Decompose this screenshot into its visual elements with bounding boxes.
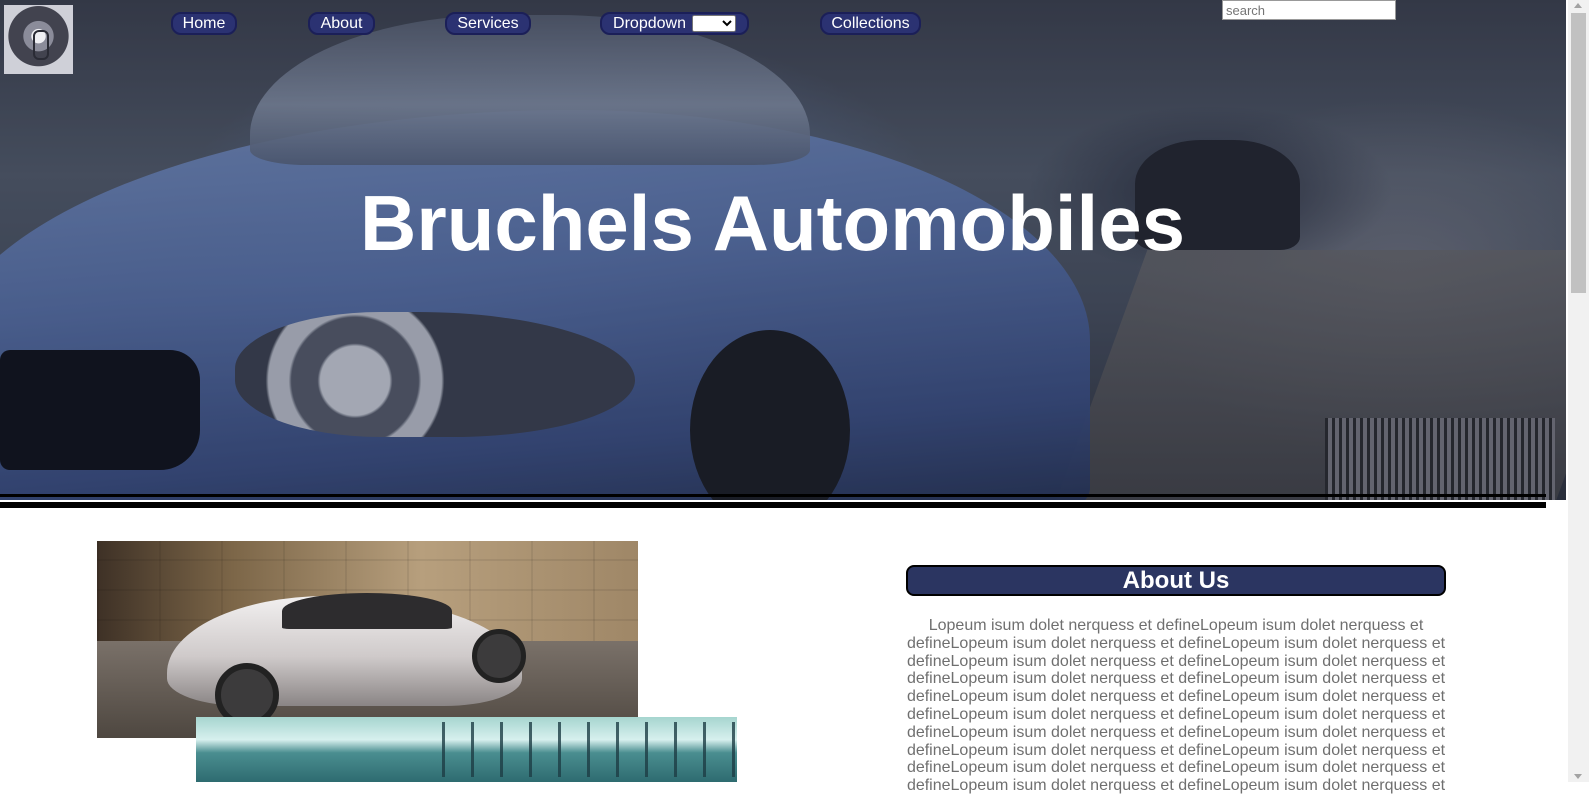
nav-dropdown-label: Dropdown <box>613 15 686 32</box>
about-us-text: Lopeum isum dolet nerquess et defineLope… <box>906 617 1446 795</box>
page-scrollbar[interactable] <box>1568 0 1589 782</box>
logo-mark-icon <box>33 30 49 60</box>
mercedes-car-image <box>97 541 638 738</box>
nav-about-button[interactable]: About <box>308 12 375 35</box>
nav-collections-label: Collections <box>831 15 910 32</box>
scroll-down-arrow-icon[interactable] <box>1574 774 1582 779</box>
hero-title: Bruchels Automobiles <box>360 179 1185 267</box>
nav-dropdown-button[interactable]: Dropdown <box>600 12 749 35</box>
harbor-posts <box>416 722 736 777</box>
nav-services-label: Services <box>457 15 519 32</box>
about-us-heading: About Us <box>906 565 1446 596</box>
section-divider-thin <box>0 494 1546 497</box>
scrollbar-thumb[interactable] <box>1571 13 1586 293</box>
white-car-rear-wheel <box>472 629 526 683</box>
nav-collections-button[interactable]: Collections <box>820 12 921 35</box>
nav-home-button[interactable]: Home <box>171 12 237 35</box>
search-input[interactable] <box>1222 0 1396 20</box>
white-car-window <box>282 593 452 629</box>
nav-dropdown-select[interactable] <box>691 15 736 32</box>
nav-about-label: About <box>320 15 363 32</box>
nav-home-label: Home <box>182 15 226 32</box>
scroll-up-arrow-icon[interactable] <box>1574 3 1582 8</box>
nav-services-button[interactable]: Services <box>445 12 531 35</box>
section-divider-thick <box>0 502 1546 508</box>
harbor-image <box>196 717 737 782</box>
car-emblem-logo[interactable] <box>4 5 73 74</box>
